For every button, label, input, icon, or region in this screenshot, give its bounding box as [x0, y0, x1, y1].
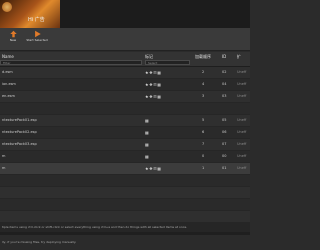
table-row[interactable]: m ▦ 0 00 Uneff [0, 151, 250, 163]
start-selected-label: Start Selected [26, 38, 48, 42]
row-load-order: 4 [202, 82, 205, 86]
status-hint: tiple items using ctrl-click or shift-cl… [0, 222, 250, 232]
row-id: 01 [222, 166, 227, 170]
row-tag-icons: ★❖☶▦ [145, 70, 162, 75]
toolbar: New Start Selected [0, 28, 250, 51]
start-selected-button[interactable]: Start Selected [26, 30, 48, 48]
row-tag-icons: ★❖☶▦ [145, 94, 162, 99]
row-name: ion.esm [2, 82, 16, 86]
new-button[interactable]: New [2, 30, 24, 48]
plugin-list-panel: Name 标记 加载顺序 ID 扩 Filter Select d.esm ★❖… [0, 52, 250, 235]
row-name: ntexturePack02.esp [2, 130, 37, 134]
row-name: m [2, 154, 6, 158]
table-row[interactable] [0, 103, 250, 115]
table-row[interactable]: ntexturePack01.esp ▦ 5 05 Uneff [0, 115, 250, 127]
row-extra: Uneff [237, 82, 247, 86]
row-extra: Uneff [237, 154, 247, 158]
name-filter-input[interactable]: Filter [0, 60, 142, 65]
row-tag-icons: ★❖☶▦ [145, 82, 162, 87]
row-load-order: 7 [202, 142, 205, 146]
row-name: m [2, 166, 6, 170]
plugin-rows: d.esm ★❖☶▦ 2 02 Uneff ion.esm ★❖☶▦ 4 04 … [0, 67, 250, 235]
table-row[interactable]: d.esm ★❖☶▦ 2 02 Uneff [0, 67, 250, 79]
column-id[interactable]: ID [222, 54, 226, 59]
table-row-selected[interactable]: m ★❖☶▦ 1 01 Uneff [0, 163, 250, 175]
row-id: 00 [222, 154, 227, 158]
table-row[interactable]: ntexturePack02.esp ▦ 6 06 Uneff [0, 127, 250, 139]
row-load-order: 5 [202, 118, 205, 122]
arrow-up-icon [9, 30, 17, 38]
row-load-order: 0 [202, 154, 205, 158]
row-id: 07 [222, 142, 227, 146]
row-extra: Uneff [237, 94, 247, 98]
banner: Hi 广告 [0, 0, 250, 28]
table-row[interactable] [0, 187, 250, 199]
row-tag-icons: ▦ [145, 130, 150, 135]
row-tag-icons: ▦ [145, 142, 150, 147]
row-id: 02 [222, 70, 227, 74]
tags-filter-select[interactable]: Select [145, 60, 190, 65]
table-row[interactable]: ion.esm ★❖☶▦ 4 04 Uneff [0, 79, 250, 91]
row-name: ntexturePack01.esp [2, 118, 37, 122]
game-logo [2, 2, 12, 12]
table-row[interactable] [0, 199, 250, 211]
table-row[interactable]: ntexturePack03.esp ▦ 7 07 Uneff [0, 139, 250, 151]
banner-image: Hi 广告 [0, 0, 60, 28]
row-load-order: 1 [202, 166, 205, 170]
row-tag-icons: ▦ [145, 154, 150, 159]
row-extra: Uneff [237, 142, 247, 146]
new-button-label: New [9, 38, 17, 42]
row-extra: Uneff [237, 130, 247, 134]
footer-hint: lly, if you're missing files, try deploy… [0, 235, 250, 250]
row-id: 03 [222, 94, 227, 98]
row-load-order: 2 [202, 70, 205, 74]
table-header: Name 标记 加载顺序 ID 扩 Filter Select [0, 52, 250, 67]
row-name: d.esm [2, 70, 13, 74]
row-id: 04 [222, 82, 227, 86]
row-load-order: 6 [202, 130, 205, 134]
row-id: 05 [222, 118, 227, 122]
row-extra: Uneff [237, 118, 247, 122]
row-tag-icons: ★❖☶▦ [145, 166, 162, 171]
column-extra[interactable]: 扩 [237, 54, 241, 60]
row-name: en.esm [2, 94, 15, 98]
row-id: 06 [222, 130, 227, 134]
column-name[interactable]: Name [2, 54, 14, 59]
play-icon [34, 30, 41, 38]
table-row[interactable] [0, 175, 250, 187]
row-tag-icons: ▦ [145, 118, 150, 123]
row-load-order: 3 [202, 94, 205, 98]
column-load-order[interactable]: 加载顺序 [195, 54, 211, 60]
row-extra: Uneff [237, 166, 247, 170]
banner-title: Hi 广告 [28, 17, 45, 23]
row-name: ntexturePack03.esp [2, 142, 37, 146]
row-extra: Uneff [237, 70, 247, 74]
table-row[interactable]: en.esm ★❖☶▦ 3 03 Uneff [0, 91, 250, 103]
